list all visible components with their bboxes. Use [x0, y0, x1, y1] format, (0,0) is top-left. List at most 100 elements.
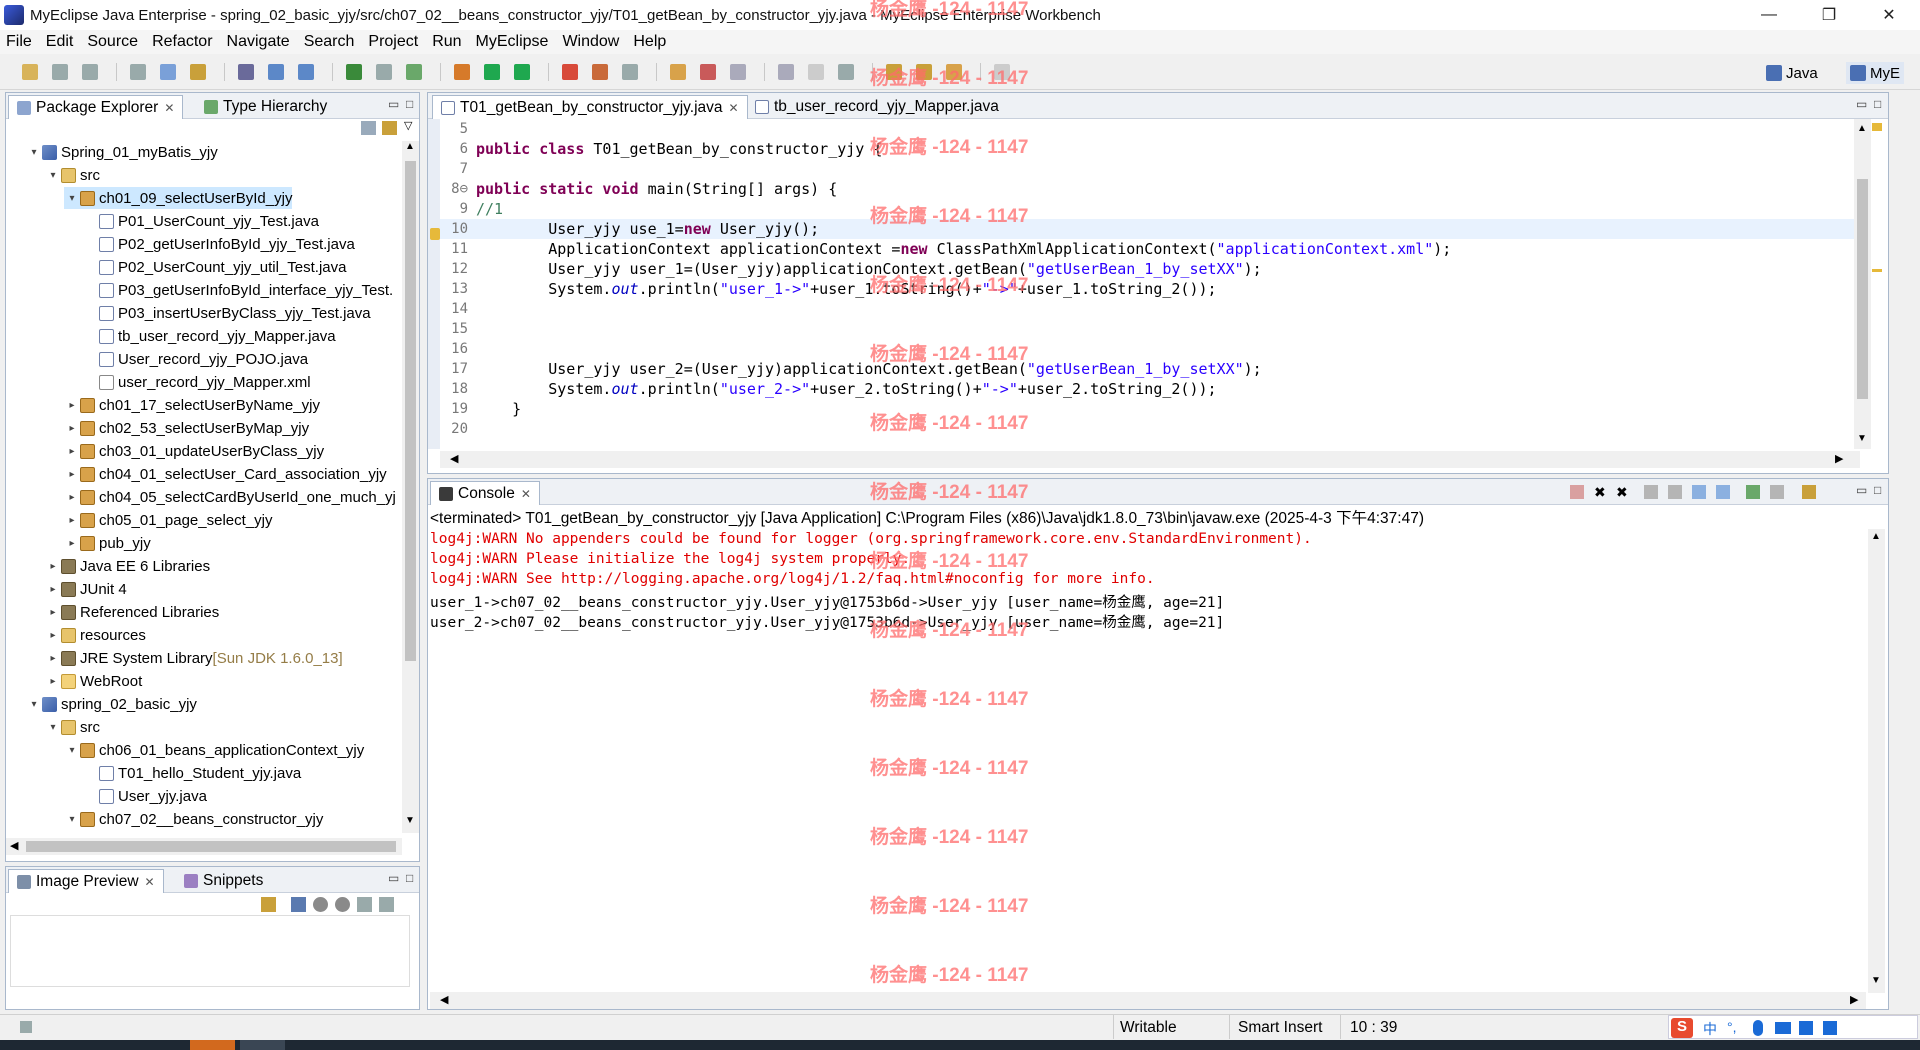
menu-file[interactable]: File — [6, 33, 32, 51]
marker-icon[interactable] — [730, 64, 746, 80]
zoom-out-icon[interactable] — [313, 897, 328, 912]
open-type-icon[interactable] — [190, 64, 206, 80]
tree-scroll-thumb[interactable] — [405, 161, 416, 661]
quick-fix-warning-icon[interactable] — [430, 228, 440, 240]
expand-toggle-icon[interactable]: ▾ — [66, 745, 78, 756]
whitespace-icon[interactable] — [838, 64, 854, 80]
open-console-icon[interactable] — [1802, 485, 1816, 499]
tree-item[interactable]: ▾ ch06_01_beans_applicationContext_yjy — [6, 739, 364, 761]
tree-item[interactable]: ▸ JRE System Library [Sun JDK 1.6.0_13] — [6, 647, 342, 669]
save-all-icon[interactable] — [82, 64, 98, 80]
code-line[interactable]: ApplicationContext applicationContext = n… — [476, 239, 1451, 259]
link-with-editor-icon[interactable] — [382, 121, 397, 135]
expand-toggle-icon[interactable]: ▸ — [66, 492, 78, 503]
tab-type-hierarchy[interactable]: Type Hierarchy — [196, 95, 335, 119]
expand-toggle-icon[interactable]: ▾ — [66, 814, 78, 825]
deploy-icon[interactable] — [298, 64, 314, 80]
minimize-view-icon[interactable]: ▭ — [1856, 483, 1867, 497]
scroll-up-icon[interactable]: ▲ — [1857, 123, 1867, 134]
tree-vertical-scrollbar[interactable]: ▲ ▼ — [402, 141, 419, 833]
expand-toggle-icon[interactable]: ▸ — [47, 584, 59, 595]
tree-item[interactable]: ▾ Spring_01_myBatis_yjy — [6, 141, 217, 163]
editor-horizontal-scrollbar[interactable]: ◀ ▶ — [440, 451, 1860, 468]
tree-horizontal-scrollbar[interactable]: ◀ — [6, 838, 402, 855]
menu-source[interactable]: Source — [87, 33, 138, 51]
code-line[interactable]: User_yjy use_1= new User_yjy(); — [476, 219, 819, 239]
editor-tab[interactable]: T01_getBean_by_constructor_yjy.java ✕ — [432, 95, 748, 119]
code-line[interactable]: public class T01_getBean_by_constructor_… — [476, 139, 882, 159]
code-line[interactable]: } — [476, 399, 521, 419]
code-line[interactable]: User_yjy user_1=(User_yjy)applicationCon… — [476, 259, 1261, 279]
fast-view-icon[interactable] — [20, 1021, 32, 1033]
scroll-up-icon[interactable]: ▲ — [1871, 531, 1881, 542]
display-console-icon[interactable] — [1770, 485, 1784, 499]
expand-toggle-icon[interactable]: ▸ — [66, 400, 78, 411]
tree-item[interactable]: P03_getUserInfoById_interface_yjy_Test. — [6, 279, 393, 301]
ime-toolbar[interactable]: S 中 °, — [1668, 1015, 1918, 1039]
close-icon[interactable]: ✕ — [521, 487, 531, 501]
tree-item[interactable]: P02_UserCount_yjy_util_Test.java — [6, 256, 346, 278]
terminate-icon[interactable] — [1570, 485, 1584, 499]
tree-item[interactable]: ▸ Java EE 6 Libraries — [6, 555, 210, 577]
sync-icon[interactable] — [261, 897, 276, 912]
maximize-view-icon[interactable]: □ — [406, 97, 413, 111]
tab-snippets[interactable]: Snippets — [176, 869, 271, 893]
minimize-editor-icon[interactable]: ▭ — [1856, 97, 1867, 111]
minimize-button[interactable]: — — [1740, 0, 1798, 30]
fit-window-icon[interactable] — [379, 897, 394, 912]
scroll-lock-icon[interactable] — [1668, 485, 1682, 499]
coverage-icon[interactable] — [592, 64, 608, 80]
tree-item[interactable]: P01_UserCount_yjy_Test.java — [6, 210, 319, 232]
navigate-icon[interactable] — [376, 64, 392, 80]
scroll-right-icon[interactable]: ▶ — [1850, 993, 1858, 1006]
tree-item[interactable]: ▾ ch01_09_selectUserById_yjy — [64, 187, 293, 209]
tab-console[interactable]: Console ✕ — [430, 481, 540, 505]
code-area[interactable]: 5 6 public class T01_getBean_by_constructo… — [440, 119, 1860, 449]
view-menu-icon[interactable]: ▽ — [404, 119, 412, 132]
code-line[interactable]: User_yjy user_2=(User_yjy)applicationCon… — [476, 359, 1261, 379]
tree-item[interactable]: User_yjy.java — [6, 785, 207, 807]
show-stderr-icon[interactable] — [1716, 485, 1730, 499]
tree-item[interactable]: ▸ ch02_53_selectUserByMap_yjy — [6, 417, 309, 439]
tree-item[interactable]: ▾ ch07_02__beans_constructor_yjy — [6, 808, 323, 830]
minimize-view-icon[interactable]: ▭ — [388, 97, 399, 111]
perspective-myeclipse[interactable]: MyE — [1846, 62, 1904, 84]
restore-button[interactable]: ❐ — [1800, 0, 1858, 30]
new-project-icon[interactable] — [160, 64, 176, 80]
external-tools-icon[interactable] — [622, 64, 638, 80]
collapse-all-icon[interactable] — [361, 121, 376, 135]
scroll-up-icon[interactable]: ▲ — [405, 141, 415, 152]
tree-item[interactable]: User_record_yjy_POJO.java — [6, 348, 308, 370]
close-icon[interactable]: ✕ — [145, 875, 155, 889]
open-perspective-icon[interactable] — [700, 64, 716, 80]
scroll-right-icon[interactable]: ▶ — [1835, 452, 1843, 465]
expand-toggle-icon[interactable]: ▸ — [66, 423, 78, 434]
new-icon[interactable] — [22, 64, 38, 80]
expand-toggle-icon[interactable]: ▾ — [28, 147, 40, 158]
tree-item[interactable]: ▸ JUnit 4 — [6, 578, 126, 600]
new-class-icon[interactable] — [670, 64, 686, 80]
console-horizontal-scrollbar[interactable]: ◀ ▶ — [430, 992, 1866, 1009]
menu-search[interactable]: Search — [304, 33, 355, 51]
code-line[interactable]: System. out .println("user_2->" +user_2.toS… — [476, 379, 1216, 399]
tree-item[interactable]: ▸ WebRoot — [6, 670, 142, 692]
actual-size-icon[interactable] — [357, 897, 372, 912]
close-button[interactable]: ✕ — [1860, 0, 1918, 30]
tree-item[interactable]: ▸ ch04_05_selectCardByUserId_one_much_yj — [6, 486, 395, 508]
show-stdout-icon[interactable] — [1692, 485, 1706, 499]
server-icon[interactable] — [268, 64, 284, 80]
menu-run[interactable]: Run — [432, 33, 461, 51]
code-line[interactable]: public static void main(String[] args) { — [476, 179, 837, 199]
expand-toggle-icon[interactable]: ▸ — [66, 446, 78, 457]
zoom-in-icon[interactable] — [335, 897, 350, 912]
tree-item[interactable]: ▸ ch05_01_page_select_yjy — [6, 509, 272, 531]
expand-toggle-icon[interactable]: ▾ — [47, 722, 59, 733]
open-resource-icon[interactable] — [238, 64, 254, 80]
code-line[interactable]: //1 — [476, 199, 503, 219]
console-vertical-scrollbar[interactable]: ▲ ▼ — [1868, 529, 1885, 993]
editor-vertical-scrollbar[interactable]: ▲ ▼ — [1854, 119, 1871, 449]
search-icon[interactable] — [406, 64, 422, 80]
tree-item[interactable]: P02_getUserInfoById_yjy_Test.java — [6, 233, 355, 255]
ime-tools-icon[interactable] — [1823, 1021, 1837, 1035]
console-output[interactable]: log4j:WARN No appenders could be found f… — [430, 531, 1850, 971]
